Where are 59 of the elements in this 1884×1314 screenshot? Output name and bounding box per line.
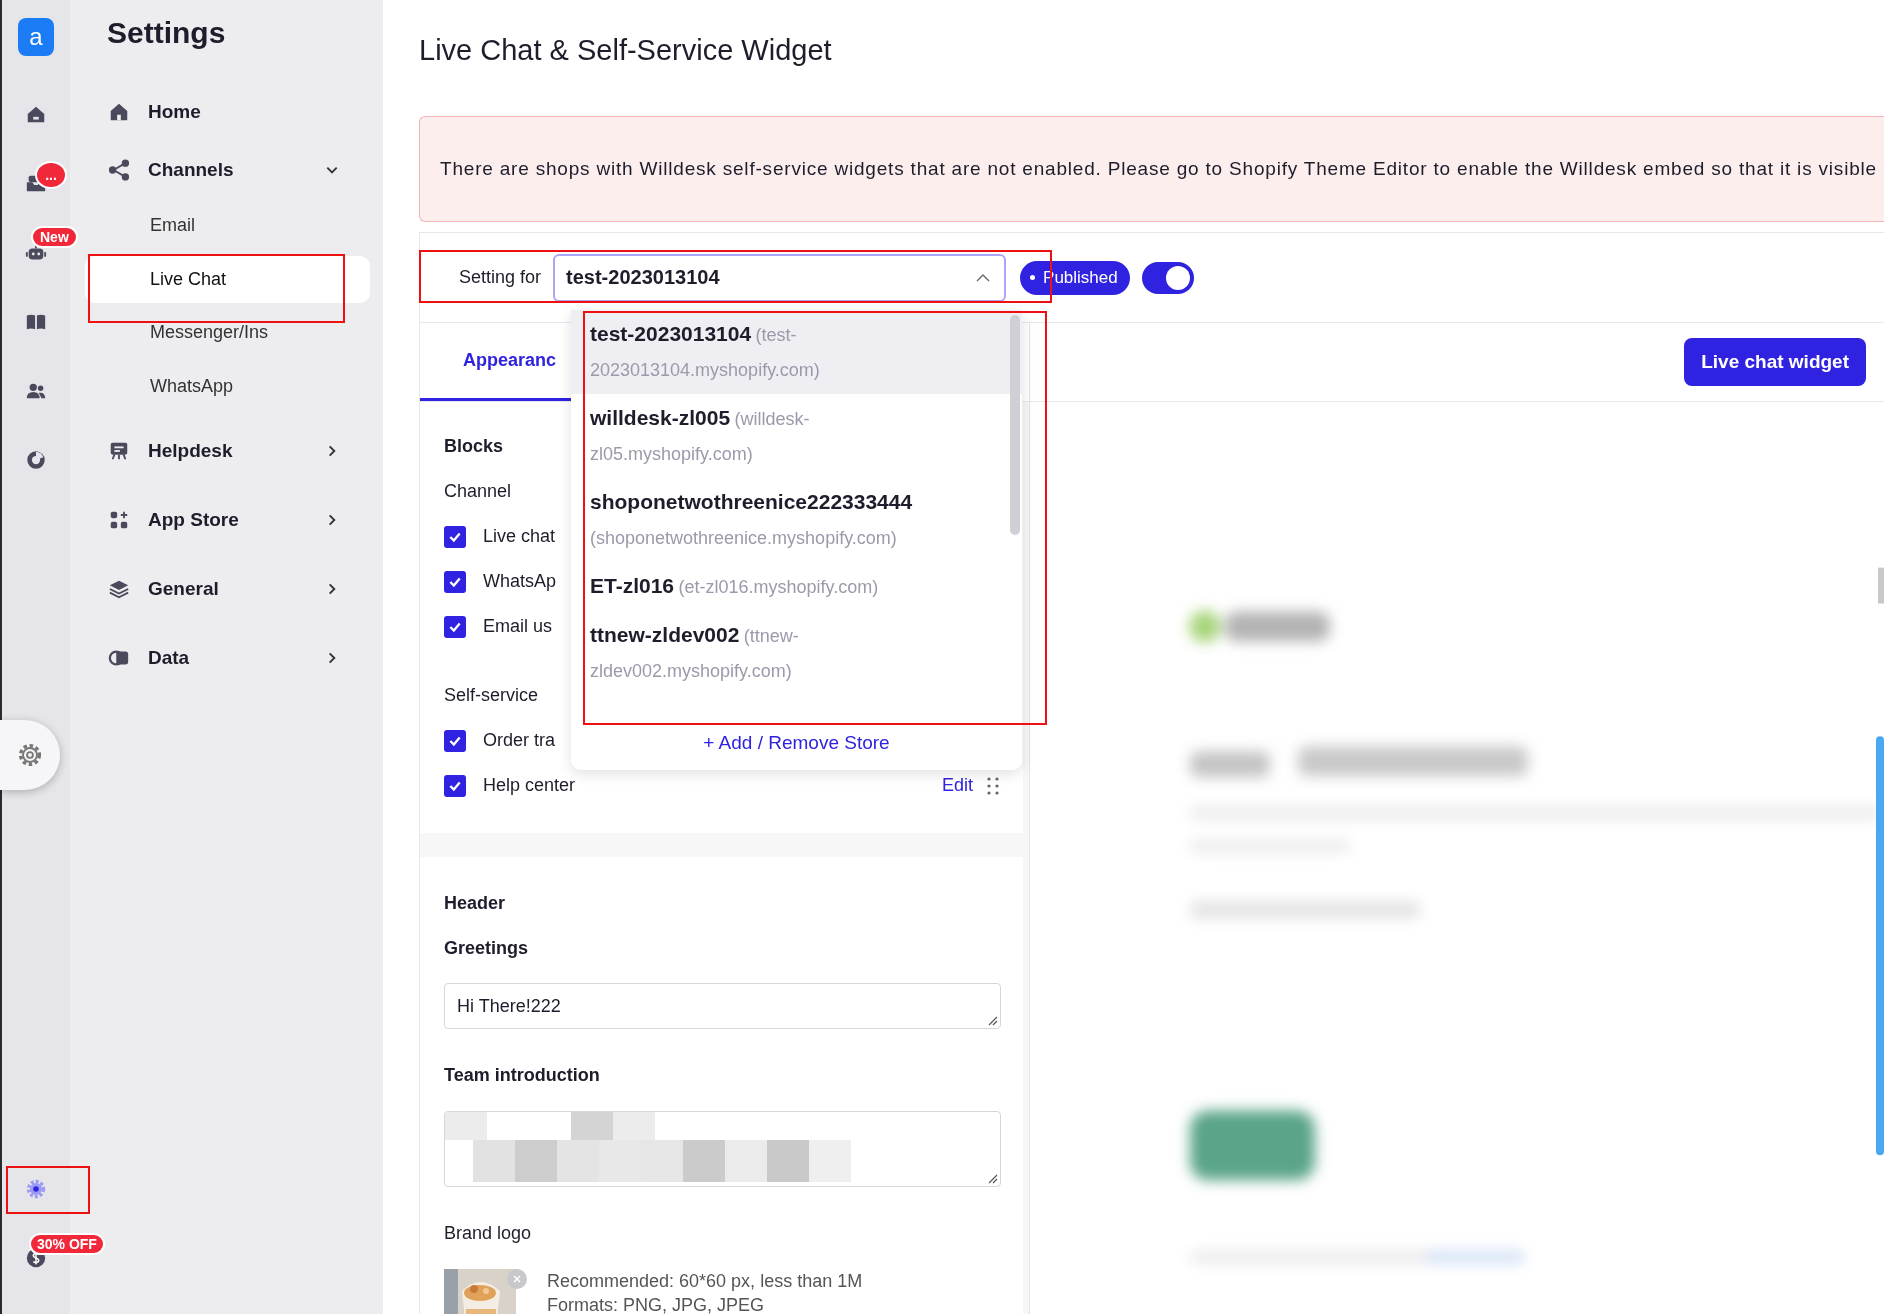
caret-icon (976, 273, 991, 282)
logo-hint: Recommended: 60*60 px, less than 1M (547, 1270, 863, 1293)
greetings-field[interactable]: Hi There!222 (444, 983, 1001, 1029)
sidebar-subitem[interactable]: Messenger/Ins (85, 306, 370, 360)
group-label: Self-service (444, 685, 539, 706)
drag-handle-icon[interactable] (987, 775, 999, 796)
setting-label: Setting for (459, 267, 542, 288)
sidebar-subitem[interactable]: Live Chat (85, 255, 370, 303)
field-label: Brand logo (444, 1223, 532, 1244)
scrollbar-thumb[interactable] (1010, 315, 1020, 535)
sidebar-item[interactable]: App Store (70, 485, 383, 554)
checkbox-label: Live chat (483, 526, 556, 547)
checkbox[interactable] (444, 570, 466, 593)
field-label: Team introduction (444, 1065, 600, 1086)
field-label: Greetings (444, 938, 529, 959)
checkbox-label: Order tra (483, 730, 556, 751)
checkbox-label: Help center (483, 775, 576, 796)
resize-grip-icon[interactable] (986, 1172, 998, 1184)
store-option[interactable]: test-2023013104 (test-2023013104.myshopify.com) (571, 310, 1022, 394)
page-title: Live Chat & Self-Service Widget (419, 33, 833, 68)
sidebar-item[interactable]: General (70, 554, 383, 623)
sidebar-subitem[interactable]: Email (85, 199, 370, 253)
checkbox-label: WhatsAp (483, 571, 557, 592)
badge: ... (35, 161, 67, 189)
checkbox-label: Email us (483, 616, 553, 637)
widget-tab-button[interactable]: Live chat widget (1684, 338, 1866, 386)
app-logo[interactable]: a (18, 18, 54, 56)
group-label: Channel (444, 481, 512, 502)
badge: 30% OFF (29, 1233, 105, 1255)
edit-link[interactable]: Edit (941, 775, 973, 796)
home-icon (108, 101, 130, 123)
store-option[interactable]: ET-zl016 (et-zl016.myshopify.com) (571, 562, 1022, 611)
badge: New (31, 226, 78, 248)
gear-icon (16, 741, 44, 769)
pie-chart-icon[interactable] (25, 448, 47, 471)
checkbox[interactable] (444, 774, 466, 797)
store-option[interactable]: ttnew-zldev002 (ttnew-zldev002.myshopify.com) (571, 611, 1022, 695)
warning-banner: There are shops with Willdesk self-service widgets that are not enabled. Please go to Shopify Theme Editor to enable the Willdesk embed so that it is visible (419, 116, 1884, 222)
sidebar-item[interactable]: Data (70, 623, 383, 692)
enable-toggle[interactable] (1141, 261, 1194, 294)
sidebar-item[interactable]: Helpdesk (70, 416, 383, 485)
checkbox[interactable] (444, 525, 466, 548)
logo-formats: Formats: PNG, JPG, JPEG (547, 1294, 766, 1314)
share-icon (108, 159, 130, 181)
section-title: Header (444, 893, 506, 914)
sidebar-title: Settings (106, 15, 227, 51)
checkbox[interactable] (444, 615, 466, 638)
store-option[interactable]: willdesk-zl005 (willdesk-zl05.myshopify.com) (571, 394, 1022, 478)
add-remove-store-link[interactable]: + Add / Remove Store (571, 732, 1022, 754)
section-title: Blocks (444, 436, 504, 457)
sidebar-item[interactable]: Home (70, 83, 383, 141)
sidebar-subitem[interactable]: WhatsApp (85, 359, 370, 413)
team-introduction-field[interactable] (444, 1111, 1001, 1187)
store-select[interactable]: test-2023013104 (553, 253, 1007, 302)
resize-grip-icon[interactable] (986, 1014, 998, 1026)
store-option[interactable]: shoponetwothreenice222333444 (shoponetwothreenice.myshopify.com) (571, 478, 1022, 562)
sidebar-item[interactable]: Channels (70, 141, 383, 199)
checkbox[interactable] (444, 729, 466, 752)
settings-icon[interactable] (25, 1177, 47, 1200)
